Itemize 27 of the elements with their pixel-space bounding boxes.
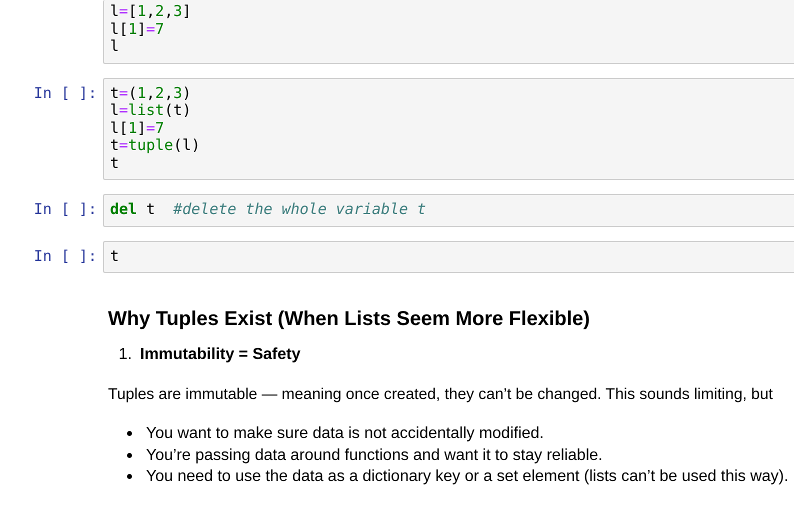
code-cell[interactable]: t=(1,2,3) l=list(t) l[1]=7 t=tuple(l) t: [103, 78, 794, 180]
input-prompt: In [ ]:: [34, 248, 97, 265]
input-prompt: In [ ]:: [34, 201, 97, 218]
bullet-icon: [127, 452, 132, 458]
code-line: t=tuple(l): [110, 137, 200, 154]
list-item-text: You need to use the data as a dictionary key or a set element (lists can’t be used this way).: [146, 467, 788, 487]
code-cell[interactable]: del t #delete the whole variable t: [103, 194, 794, 226]
code-cell[interactable]: t: [103, 240, 794, 273]
list-item-text: You’re passing data around functions and want it to stay reliable.: [146, 446, 603, 466]
code-line: l=[1,2,3]: [110, 3, 192, 20]
code-line: del t #delete the whole variable t: [110, 201, 426, 218]
list-item-text: Immutability = Safety: [140, 345, 300, 365]
code-line: l=list(t): [110, 102, 192, 120]
code-line: t=(1,2,3): [110, 84, 192, 102]
code-line: l[1]=7: [110, 20, 164, 38]
section-heading: Why Tuples Exist (When Lists Seem More Flexible): [108, 307, 591, 331]
code-cell[interactable]: l=[1,2,3] l[1]=7 l: [103, 0, 794, 64]
list-number: 1.: [118, 345, 133, 365]
code-line: l: [110, 38, 120, 56]
bullet-icon: [127, 474, 132, 480]
list-item-text: You want to make sure data is not accidentally modified.: [146, 424, 544, 444]
paragraph: Tuples are immutable — meaning once created, they can’t be changed. This sounds limiting, but: [108, 385, 773, 405]
code-line: t: [110, 154, 120, 172]
code-line: l[1]=7: [110, 120, 164, 137]
bullet-icon: [127, 431, 132, 436]
input-prompt: In [ ]:: [34, 84, 97, 102]
code-line: t: [110, 248, 120, 265]
